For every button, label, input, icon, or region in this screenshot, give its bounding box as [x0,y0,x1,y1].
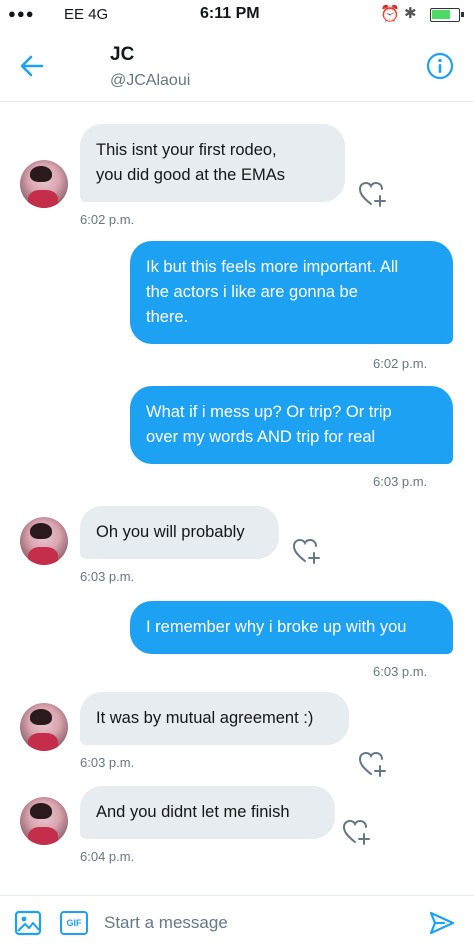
avatar[interactable] [20,517,68,565]
message-bubble-outgoing[interactable]: What if i mess up? Or trip? Or trip over… [130,386,453,464]
info-icon[interactable] [426,52,454,80]
bluetooth-icon: ✱ [404,5,417,22]
alarm-icon: ⏰ [380,6,400,23]
message-timestamp: 6:03 p.m. [80,569,135,584]
message-line: It was by mutual agreement :) [96,709,314,727]
carrier-label: EE 4G [64,6,109,23]
message-line: there. [146,308,189,326]
message-timestamp: 6:03 p.m. [373,474,428,489]
gif-button[interactable]: GIF [60,911,88,935]
message-bubble-incoming[interactable]: Oh you will probably [80,506,279,559]
message-line: And you didnt let me finish [96,803,290,821]
avatar[interactable] [20,797,68,845]
message-composer: GIF [0,895,474,949]
contact-info[interactable]: JC @JCAlaoui [110,44,190,90]
avatar[interactable] [20,160,68,208]
message-line: over my words AND trip for real [146,428,376,446]
message-bubble-outgoing[interactable]: Ik but this feels more important. All th… [130,241,453,344]
message-bubble-outgoing[interactable]: I remember why i broke up with you [130,601,453,654]
message-line: This isnt your first rodeo, [96,141,277,159]
like-heart-icon[interactable] [358,180,388,208]
contact-name: JC [110,44,135,65]
status-time: 6:11 PM [200,5,260,22]
message-bubble-incoming[interactable]: This isnt your first rodeo, you did good… [80,124,345,202]
message-line: I remember why i broke up with you [146,618,407,636]
avatar[interactable] [20,703,68,751]
message-bubble-incoming[interactable]: And you didnt let me finish [80,786,335,839]
signal-indicator: ●●● [8,6,35,21]
message-timestamp: 6:03 p.m. [80,755,135,770]
like-heart-icon[interactable] [342,818,372,846]
contact-handle: @JCAlaoui [110,72,191,89]
message-bubble-incoming[interactable]: It was by mutual agreement :) [80,692,349,745]
message-line: you did good at the EMAs [96,166,285,184]
message-timestamp: 6:02 p.m. [373,356,428,371]
message-line: Oh you will probably [96,523,245,541]
message-timestamp: 6:04 p.m. [80,849,135,864]
battery-icon [430,8,464,22]
message-input[interactable] [104,904,406,942]
send-icon[interactable] [428,909,456,937]
like-heart-icon[interactable] [292,537,322,565]
conversation-header: JC @JCAlaoui [0,30,474,102]
message-timestamp: 6:02 p.m. [80,212,135,227]
message-line: Ik but this feels more important. All [146,258,399,276]
back-arrow-icon[interactable] [18,52,46,80]
image-icon[interactable] [14,910,42,936]
like-heart-icon[interactable] [358,750,388,778]
message-timestamp: 6:03 p.m. [373,664,428,679]
message-line: the actors i like are gonna be [146,283,358,301]
message-line: What if i mess up? Or trip? Or trip [146,403,392,421]
status-bar: ●●● EE 4G 6:11 PM ⏰ ✱ [0,0,474,30]
